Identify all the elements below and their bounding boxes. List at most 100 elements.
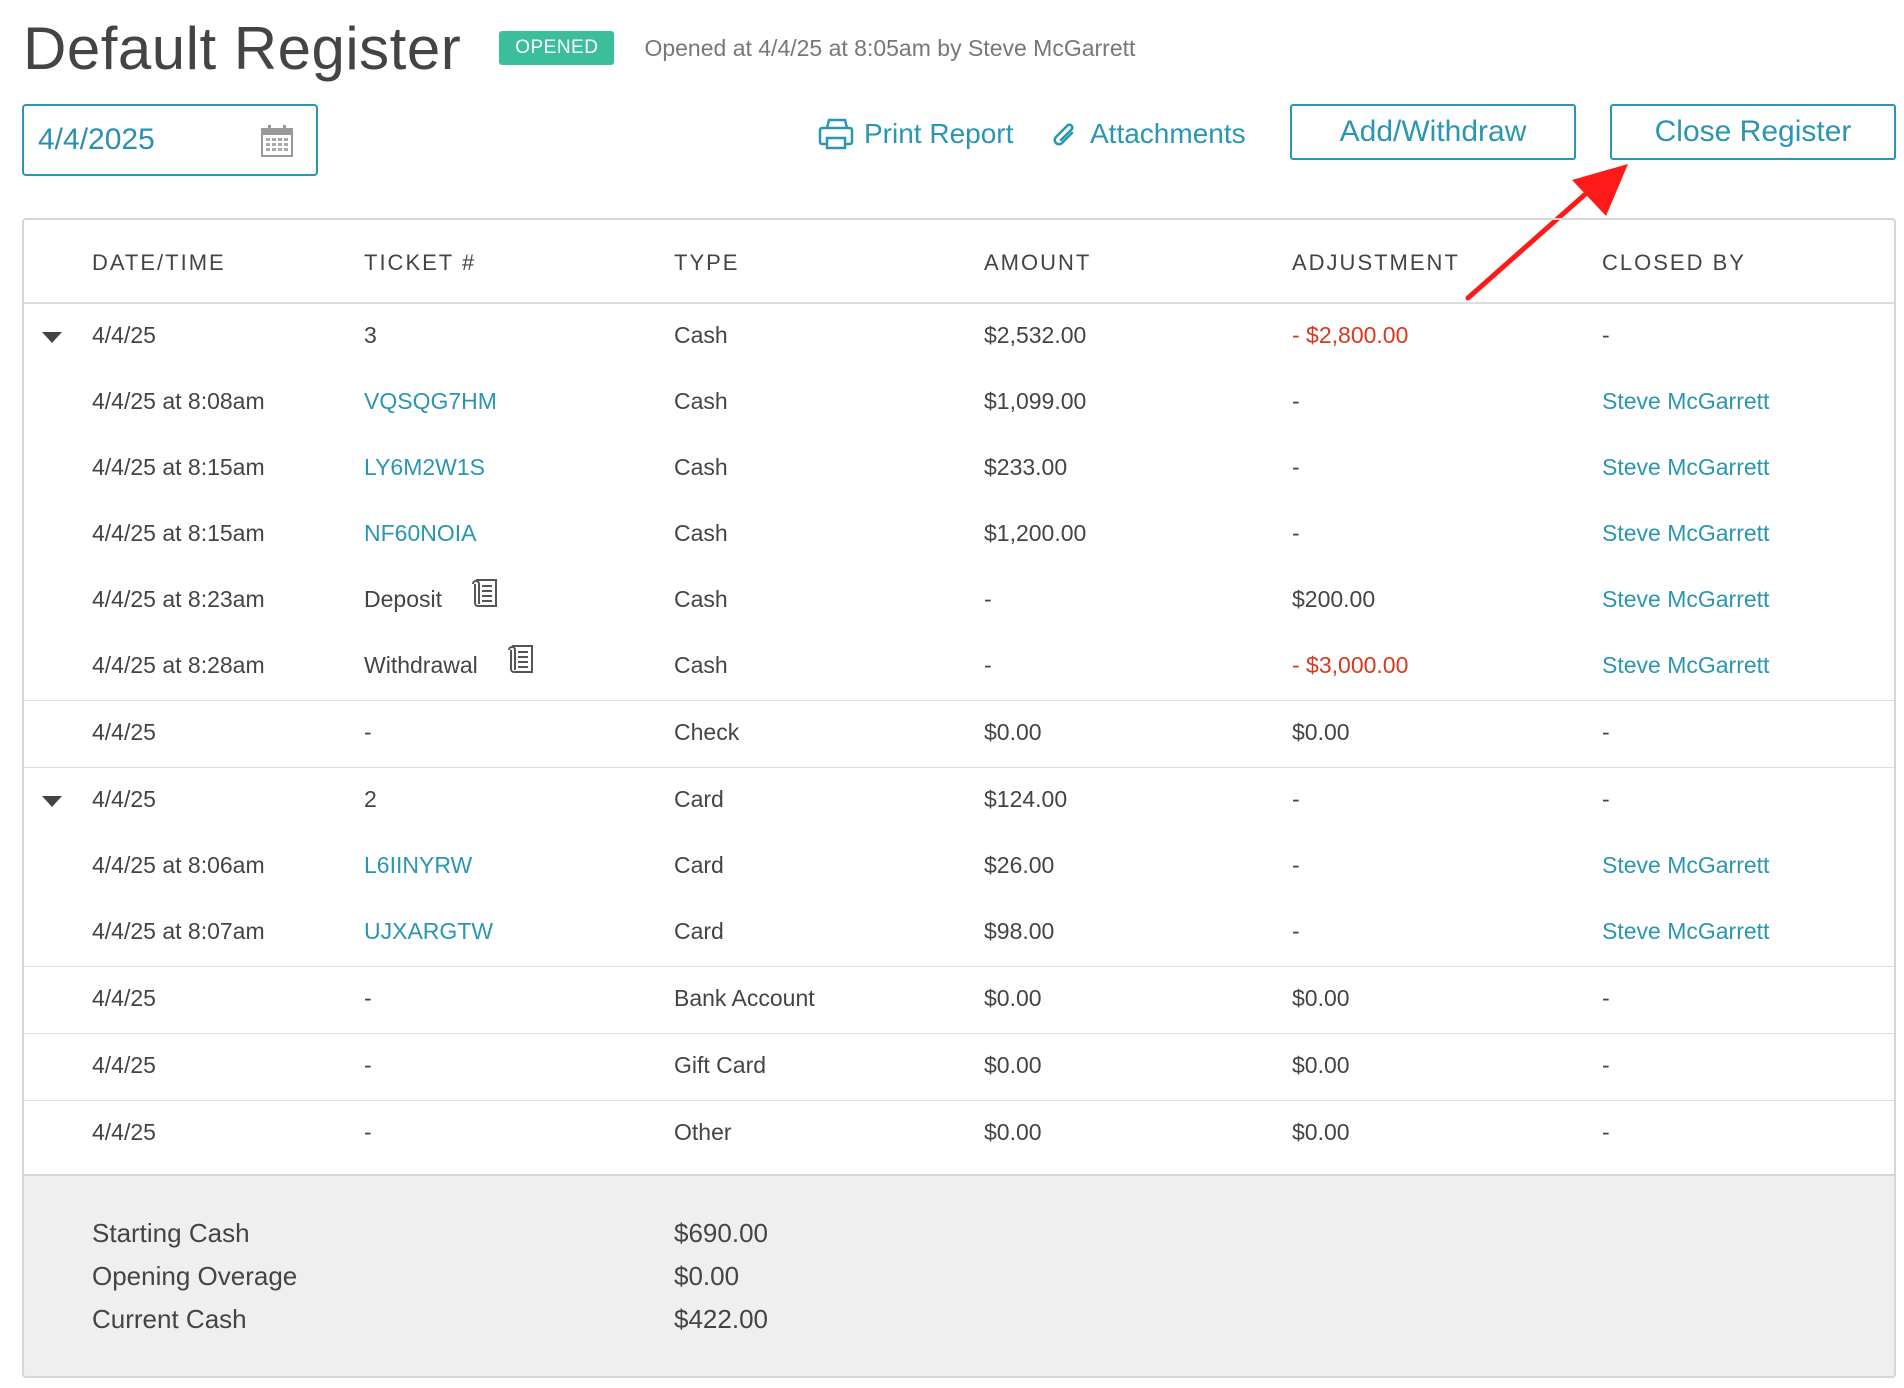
row-type: Cash bbox=[674, 322, 728, 348]
row-date: 4/4/25 bbox=[92, 1119, 156, 1145]
row-type: Other bbox=[674, 1119, 732, 1145]
row-adjustment: $0.00 bbox=[1292, 1052, 1350, 1078]
row-type: Cash bbox=[674, 388, 728, 414]
row-adjustment: - $2,800.00 bbox=[1292, 322, 1409, 348]
row-date: 4/4/25 bbox=[92, 985, 156, 1011]
row-ticket: Withdrawal bbox=[364, 652, 478, 678]
row-ticket: 2 bbox=[364, 786, 377, 812]
closed-by-link[interactable]: Steve McGarrett bbox=[1602, 852, 1769, 879]
attachments-link[interactable]: Attachments bbox=[1052, 112, 1246, 156]
row-adjustment: - bbox=[1292, 918, 1300, 944]
ticket-link[interactable]: NF60NOIA bbox=[364, 520, 476, 547]
current-cash-value: $422.00 bbox=[674, 1304, 768, 1334]
row-date: 4/4/25 at 8:06am bbox=[92, 852, 265, 878]
add-withdraw-button[interactable]: Add/Withdraw bbox=[1290, 104, 1576, 160]
row-type: Check bbox=[674, 719, 740, 745]
table-row: 4/4/25 3 Cash $2,532.00 - $2,800.00 - bbox=[24, 304, 1894, 370]
row-adjustment: $0.00 bbox=[1292, 1119, 1350, 1145]
calendar-icon[interactable] bbox=[260, 124, 294, 163]
row-closed-by: - bbox=[1602, 322, 1610, 348]
row-closed-by: - bbox=[1602, 1052, 1610, 1078]
column-header: TYPE bbox=[674, 250, 740, 275]
row-date: 4/4/25 bbox=[92, 322, 156, 348]
starting-cash-value: $690.00 bbox=[674, 1218, 768, 1248]
row-amount: $26.00 bbox=[984, 852, 1055, 878]
row-adjustment: - $3,000.00 bbox=[1292, 652, 1409, 678]
closed-by-link[interactable]: Steve McGarrett bbox=[1602, 918, 1769, 945]
row-date: 4/4/25 bbox=[92, 786, 156, 812]
row-adjustment: $200.00 bbox=[1292, 586, 1376, 612]
row-adjustment: - bbox=[1292, 388, 1300, 414]
row-date: 4/4/25 at 8:28am bbox=[92, 652, 265, 678]
table-row: 4/4/25 at 8:23am Deposit Cash - $200.00 … bbox=[24, 568, 1894, 634]
row-closed-by: - bbox=[1602, 719, 1610, 745]
closed-by-link[interactable]: Steve McGarrett bbox=[1602, 388, 1769, 415]
closed-by-link[interactable]: Steve McGarrett bbox=[1602, 586, 1769, 613]
row-ticket: 3 bbox=[364, 322, 377, 348]
row-type: Gift Card bbox=[674, 1052, 767, 1078]
table-row: 4/4/25 at 8:28am Withdrawal Cash - - $3,… bbox=[24, 634, 1894, 701]
ticket-link[interactable]: L6IINYRW bbox=[364, 852, 472, 879]
opening-overage-value: $0.00 bbox=[674, 1261, 740, 1291]
row-date: 4/4/25 bbox=[92, 1052, 156, 1078]
column-header: AMOUNT bbox=[984, 250, 1092, 275]
closed-by-link[interactable]: Steve McGarrett bbox=[1602, 520, 1769, 547]
ticket-link[interactable]: UJXARGTW bbox=[364, 918, 493, 945]
receipt-note-icon[interactable] bbox=[472, 578, 502, 615]
table-row: 4/4/25 - Check $0.00 $0.00 - bbox=[24, 701, 1894, 768]
table-row: 4/4/25 - Other $0.00 $0.00 - bbox=[24, 1101, 1894, 1167]
receipt-note-icon[interactable] bbox=[508, 644, 538, 681]
row-type: Bank Account bbox=[674, 985, 815, 1011]
page-title: Default Register bbox=[23, 14, 462, 82]
column-header: CLOSED BY bbox=[1602, 250, 1746, 275]
register-page: Default Register OPENED Opened at 4/4/25… bbox=[0, 0, 1904, 1388]
row-ticket: - bbox=[364, 985, 372, 1011]
date-input[interactable] bbox=[36, 122, 240, 158]
row-ticket: - bbox=[364, 719, 372, 745]
table-row: 4/4/25 - Bank Account $0.00 $0.00 - bbox=[24, 967, 1894, 1034]
row-amount: $0.00 bbox=[984, 1119, 1042, 1145]
collapse-caret-icon[interactable] bbox=[42, 332, 62, 343]
register-table: DATE/TIME TICKET # TYPE AMOUNT ADJUSTMEN… bbox=[22, 218, 1896, 1378]
row-date: 4/4/25 at 8:15am bbox=[92, 454, 265, 480]
table-row: 4/4/25 at 8:15am NF60NOIA Cash $1,200.00… bbox=[24, 502, 1894, 568]
closed-by-link[interactable]: Steve McGarrett bbox=[1602, 454, 1769, 481]
print-report-label: Print Report bbox=[864, 118, 1014, 149]
row-amount: $1,099.00 bbox=[984, 388, 1087, 414]
row-adjustment: $0.00 bbox=[1292, 719, 1350, 745]
current-cash-label: Current Cash bbox=[92, 1304, 247, 1334]
row-type: Card bbox=[674, 918, 724, 944]
row-date: 4/4/25 at 8:08am bbox=[92, 388, 265, 414]
table-row: 4/4/25 at 8:15am LY6M2W1S Cash $233.00 -… bbox=[24, 436, 1894, 502]
row-type: Cash bbox=[674, 454, 728, 480]
page-header: Default Register OPENED Opened at 4/4/25… bbox=[23, 8, 1135, 88]
row-adjustment: - bbox=[1292, 852, 1300, 878]
row-date: 4/4/25 at 8:07am bbox=[92, 918, 265, 944]
row-closed-by: - bbox=[1602, 786, 1610, 812]
printer-icon bbox=[818, 118, 854, 150]
row-closed-by: - bbox=[1602, 985, 1610, 1011]
row-date: 4/4/25 at 8:15am bbox=[92, 520, 265, 546]
column-header: DATE/TIME bbox=[92, 250, 226, 275]
ticket-link[interactable]: LY6M2W1S bbox=[364, 454, 485, 481]
table-row: 4/4/25 at 8:06am L6IINYRW Card $26.00 - … bbox=[24, 834, 1894, 900]
print-report-link[interactable]: Print Report bbox=[818, 112, 1013, 156]
collapse-caret-icon[interactable] bbox=[42, 796, 62, 807]
row-amount: - bbox=[984, 652, 992, 678]
row-amount: $0.00 bbox=[984, 719, 1042, 745]
row-date: 4/4/25 at 8:23am bbox=[92, 586, 265, 612]
row-type: Cash bbox=[674, 652, 728, 678]
row-closed-by: - bbox=[1602, 1119, 1610, 1145]
row-type: Card bbox=[674, 786, 724, 812]
row-ticket: Deposit bbox=[364, 586, 442, 612]
date-picker[interactable] bbox=[22, 104, 318, 176]
starting-cash-label: Starting Cash bbox=[92, 1218, 250, 1248]
row-adjustment: - bbox=[1292, 520, 1300, 546]
column-header: ADJUSTMENT bbox=[1292, 250, 1460, 275]
closed-by-link[interactable]: Steve McGarrett bbox=[1602, 652, 1769, 679]
row-amount: $1,200.00 bbox=[984, 520, 1087, 546]
close-register-button[interactable]: Close Register bbox=[1610, 104, 1896, 160]
ticket-link[interactable]: VQSQG7HM bbox=[364, 388, 497, 415]
table-header: DATE/TIME TICKET # TYPE AMOUNT ADJUSTMEN… bbox=[24, 220, 1894, 304]
row-amount: - bbox=[984, 586, 992, 612]
